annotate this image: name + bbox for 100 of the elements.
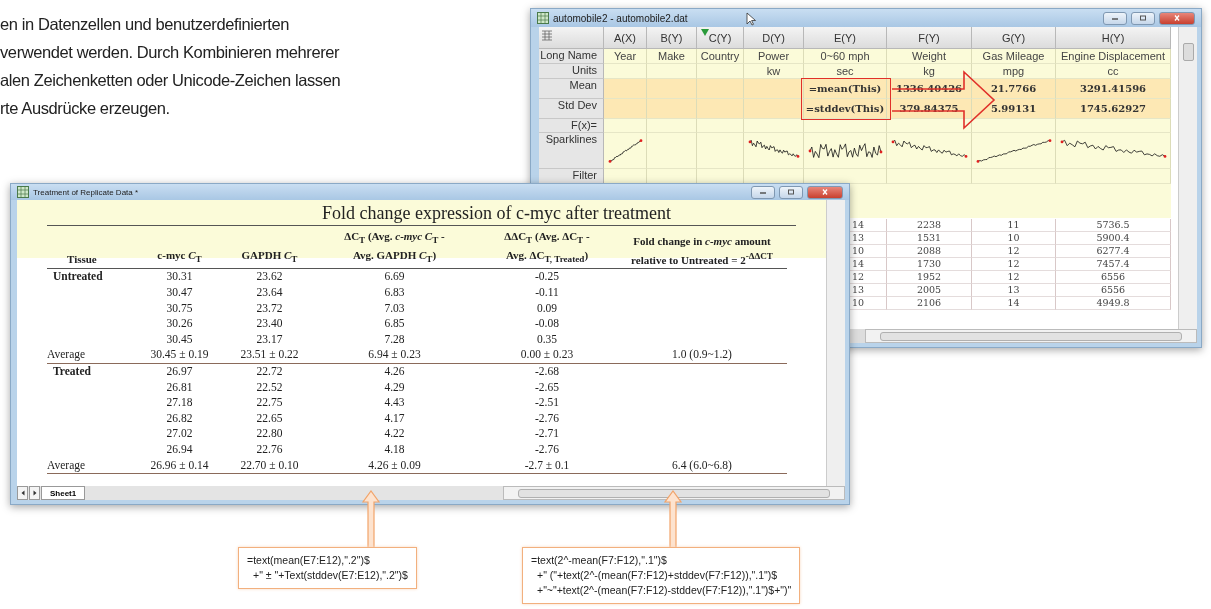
table-cell: 7457.4: [1056, 258, 1171, 271]
column-header: GAPDH C$_{T}$: [227, 226, 312, 270]
table-cell: 23.17: [256, 332, 283, 345]
group-label: Untreated: [52, 270, 103, 283]
maximize-button[interactable]: [1131, 11, 1155, 25]
table-cell: [744, 79, 804, 99]
table-cell: 2238: [887, 219, 972, 232]
close-icon: [820, 189, 830, 195]
table-cell: [647, 79, 697, 99]
close-icon: [1172, 15, 1182, 21]
row-header[interactable]: Units: [539, 64, 604, 79]
table-cell: 23.51 ± 0.22: [240, 348, 299, 361]
table-cell: 23.64: [256, 285, 283, 298]
column-header[interactable]: C(Y): [697, 27, 744, 49]
column-header: Fold change in c-myc amount relative to Untreated = 2$^{-ΔΔCT}$: [617, 226, 787, 270]
table-cell: [647, 119, 697, 133]
table-cell: cc: [1056, 64, 1171, 79]
table-cell: mpg: [972, 64, 1056, 79]
table-cell: -0.25: [535, 270, 559, 283]
table-cell: 26.82: [166, 411, 193, 424]
table-cell: 21.7766: [972, 79, 1056, 99]
table-cell: -0.11: [535, 285, 559, 298]
table-cell: kg: [887, 64, 972, 79]
column-header[interactable]: D(Y): [744, 27, 804, 49]
table-cell: 12: [972, 258, 1056, 271]
table-cell: 0~60 mph: [804, 49, 887, 64]
table-cell: 6.83: [384, 285, 405, 298]
table-cell: 30.45 ± 0.19: [150, 348, 209, 361]
table-cell: 6556: [1056, 284, 1171, 297]
group-label: Treated: [52, 364, 91, 377]
table-cell: 4.26 ± 0.09: [368, 458, 421, 471]
table-cell: 23.72: [256, 301, 283, 314]
table-cell: 4.22: [384, 427, 405, 440]
table-cell: 2106: [887, 297, 972, 310]
column-header[interactable]: F(Y): [887, 27, 972, 49]
table-cell: 30.31: [166, 270, 193, 283]
table-cell: 30.47: [166, 285, 193, 298]
column-header[interactable]: G(Y): [972, 27, 1056, 49]
table-cell: 7.28: [384, 332, 405, 345]
table-cell: 0.09: [536, 301, 558, 314]
table-cell: [647, 99, 697, 119]
corner-cell[interactable]: [539, 27, 604, 49]
table-cell: 23.62: [256, 270, 283, 283]
close-button[interactable]: [807, 185, 843, 199]
table-cell: [697, 99, 744, 119]
table-cell: 11: [972, 219, 1056, 232]
table-cell: 0.35: [536, 332, 558, 345]
table-cell: 4.26: [384, 364, 405, 377]
table-cell: -2.68: [535, 364, 559, 377]
table-cell: 13: [972, 284, 1056, 297]
table-cell: 4.17: [384, 411, 405, 424]
table-cell: -2.65: [535, 380, 559, 393]
table-cell: 6277.4: [1056, 245, 1171, 258]
column-header[interactable]: E(Y): [804, 27, 887, 49]
minimize-button[interactable]: [1103, 11, 1127, 25]
table-cell: [647, 64, 697, 79]
table-cell: 22.80: [256, 427, 283, 440]
table-cell: 22.70 ± 0.10: [240, 458, 299, 471]
column-header[interactable]: H(Y): [1056, 27, 1171, 49]
table-cell: 4.43: [384, 396, 405, 409]
callout-arrow: [663, 490, 683, 548]
vertical-scrollbar[interactable]: [826, 200, 845, 486]
table-cell: 10: [972, 232, 1056, 245]
table-cell: 26.94: [166, 442, 193, 455]
table-cell: 30.26: [166, 317, 193, 330]
close-button[interactable]: [1159, 11, 1195, 25]
table-cell: Make: [647, 49, 697, 64]
column-header[interactable]: B(Y): [647, 27, 697, 49]
table-cell: 26.96 ± 0.14: [150, 458, 209, 471]
minimize-button[interactable]: [751, 185, 775, 199]
table-cell: 2005: [887, 284, 972, 297]
horizontal-scrollbar[interactable]: [503, 486, 845, 500]
table-cell: 12: [972, 245, 1056, 258]
row-label: Average: [47, 348, 86, 361]
row-header[interactable]: Sparklines: [539, 133, 604, 169]
sheet-tab[interactable]: Sheet1: [41, 486, 86, 500]
table-cell: [697, 79, 744, 99]
next-sheet-button[interactable]: [29, 486, 40, 500]
row-header[interactable]: F(x)=: [539, 119, 604, 133]
table-cell: 1730: [887, 258, 972, 271]
table-title: Fold change expression of c-myc after treatment: [47, 202, 796, 226]
caret-right-icon: [31, 490, 38, 496]
column-header[interactable]: A(X): [604, 27, 647, 49]
vertical-scrollbar[interactable]: [1178, 27, 1197, 329]
formula-callout: =text(2^-mean(F7:F12),".1")$ +" ("+text(2^-(mean(F7:F12)+stddev(F7:F12)),".1")$ +"~"+text(2^-(mean(F7:F12)-stddev(F7:F12)),".1")$+")": [522, 547, 801, 604]
table-cell: 6.85: [384, 317, 405, 330]
maximize-button[interactable]: [779, 185, 803, 199]
column-header: Tissue: [47, 226, 132, 270]
row-header[interactable]: Std Dev: [539, 99, 604, 119]
row-header[interactable]: Mean: [539, 79, 604, 99]
table-cell: [744, 99, 804, 119]
table-cell: 2088: [887, 245, 972, 258]
row-header[interactable]: Long Name: [539, 49, 604, 64]
table-cell: 22.76: [256, 442, 283, 455]
table-cell: 1531: [887, 232, 972, 245]
horizontal-scrollbar[interactable]: [865, 329, 1197, 343]
intro-paragraph: en in Datenzellen und benutzerdefinierten verwendet werden. Durch Kombinieren mehrerer alen Zeichenketten oder Unicode-Zeichen lassen rte Ausdrücke erzeugen.: [0, 14, 341, 119]
column-header: ΔC$_{T}$ (Avg. c-myc C$_{T}$ - Avg. GAPDH C$_{T}$): [312, 226, 477, 270]
table-cell: Weight: [887, 49, 972, 64]
previous-sheet-button[interactable]: [17, 486, 28, 500]
